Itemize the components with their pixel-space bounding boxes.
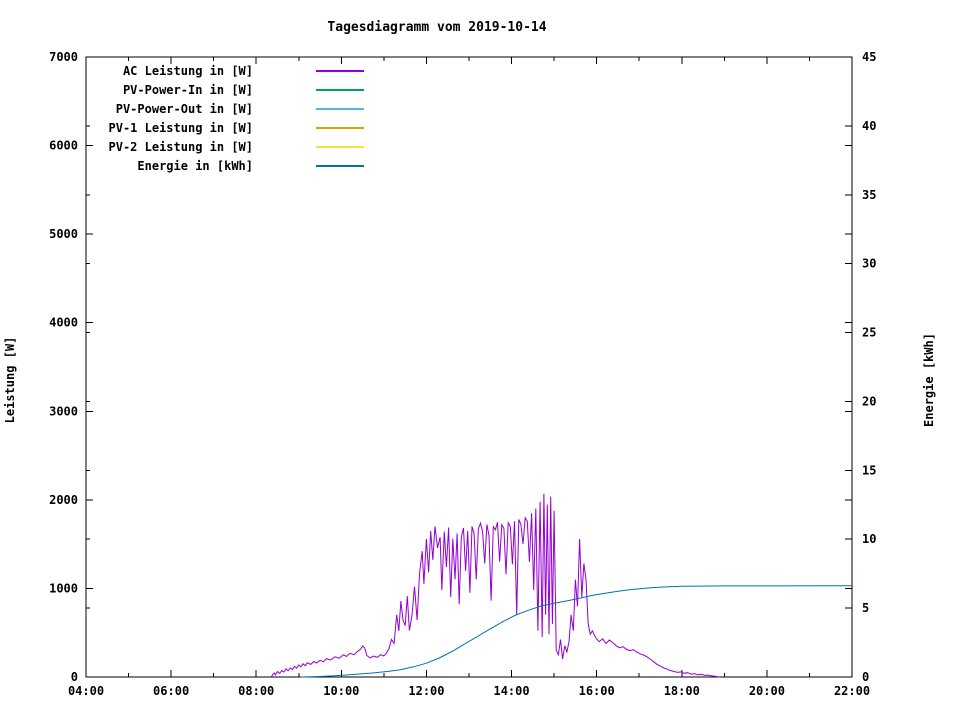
x-tick-label: 18:00	[664, 684, 700, 698]
y2-tick-label: 15	[862, 463, 876, 477]
legend: AC Leistung in [W] PV-Power-In in [W] PV-P…	[109, 64, 364, 173]
y-tick-label: 2000	[49, 493, 78, 507]
y2-tick-label: 35	[862, 188, 876, 202]
y2-tick-label: 30	[862, 257, 876, 271]
y2-axis-label: Energie [kWh]	[922, 333, 936, 427]
y-tick-label: 5000	[49, 227, 78, 241]
y-tick-label: 6000	[49, 139, 78, 153]
x-tick-label: 20:00	[749, 684, 785, 698]
legend-label-pv-power-in: PV-Power-In in [W]	[123, 83, 253, 97]
y-tick-label: 1000	[49, 581, 78, 595]
x-tick-label: 06:00	[153, 684, 189, 698]
legend-label-pv2-leistung: PV-2 Leistung in [W]	[109, 140, 254, 154]
y2-tick-label: 20	[862, 394, 876, 408]
y2-tick-label: 5	[862, 601, 869, 615]
x-tick-label: 04:00	[68, 684, 104, 698]
y-tick-label: 3000	[49, 404, 78, 418]
chart-canvas: Tagesdiagramm vom 2019-10-14 Leistung [W…	[0, 0, 960, 720]
y2-tick-label: 40	[862, 119, 876, 133]
series-line-energie	[300, 585, 853, 678]
y-tick-label: 4000	[49, 316, 78, 330]
y2-tick-label: 0	[862, 670, 869, 684]
y-axis-label: Leistung [W]	[3, 337, 17, 424]
legend-label-pv1-leistung: PV-1 Leistung in [W]	[109, 121, 254, 135]
x-tick-label: 08:00	[238, 684, 274, 698]
y2-tick-label: 25	[862, 326, 876, 340]
plot-svg: Tagesdiagramm vom 2019-10-14 Leistung [W…	[3, 20, 936, 698]
y2-tick-label: 10	[862, 532, 876, 546]
legend-label-energie: Energie in [kWh]	[137, 159, 253, 173]
legend-label-pv-power-out: PV-Power-Out in [W]	[116, 102, 253, 116]
x-tick-label: 14:00	[493, 684, 529, 698]
x-tick-label: 12:00	[408, 684, 444, 698]
x-tick-label: 16:00	[579, 684, 615, 698]
x-tick-label: 22:00	[834, 684, 870, 698]
series-line-ac-leistung	[270, 493, 721, 678]
y-tick-label: 7000	[49, 50, 78, 64]
chart-title: Tagesdiagramm vom 2019-10-14	[327, 20, 546, 35]
legend-label-ac-leistung: AC Leistung in [W]	[123, 64, 253, 78]
y-tick-label: 0	[71, 670, 78, 684]
y2-tick-label: 45	[862, 50, 876, 64]
x-tick-label: 10:00	[323, 684, 359, 698]
